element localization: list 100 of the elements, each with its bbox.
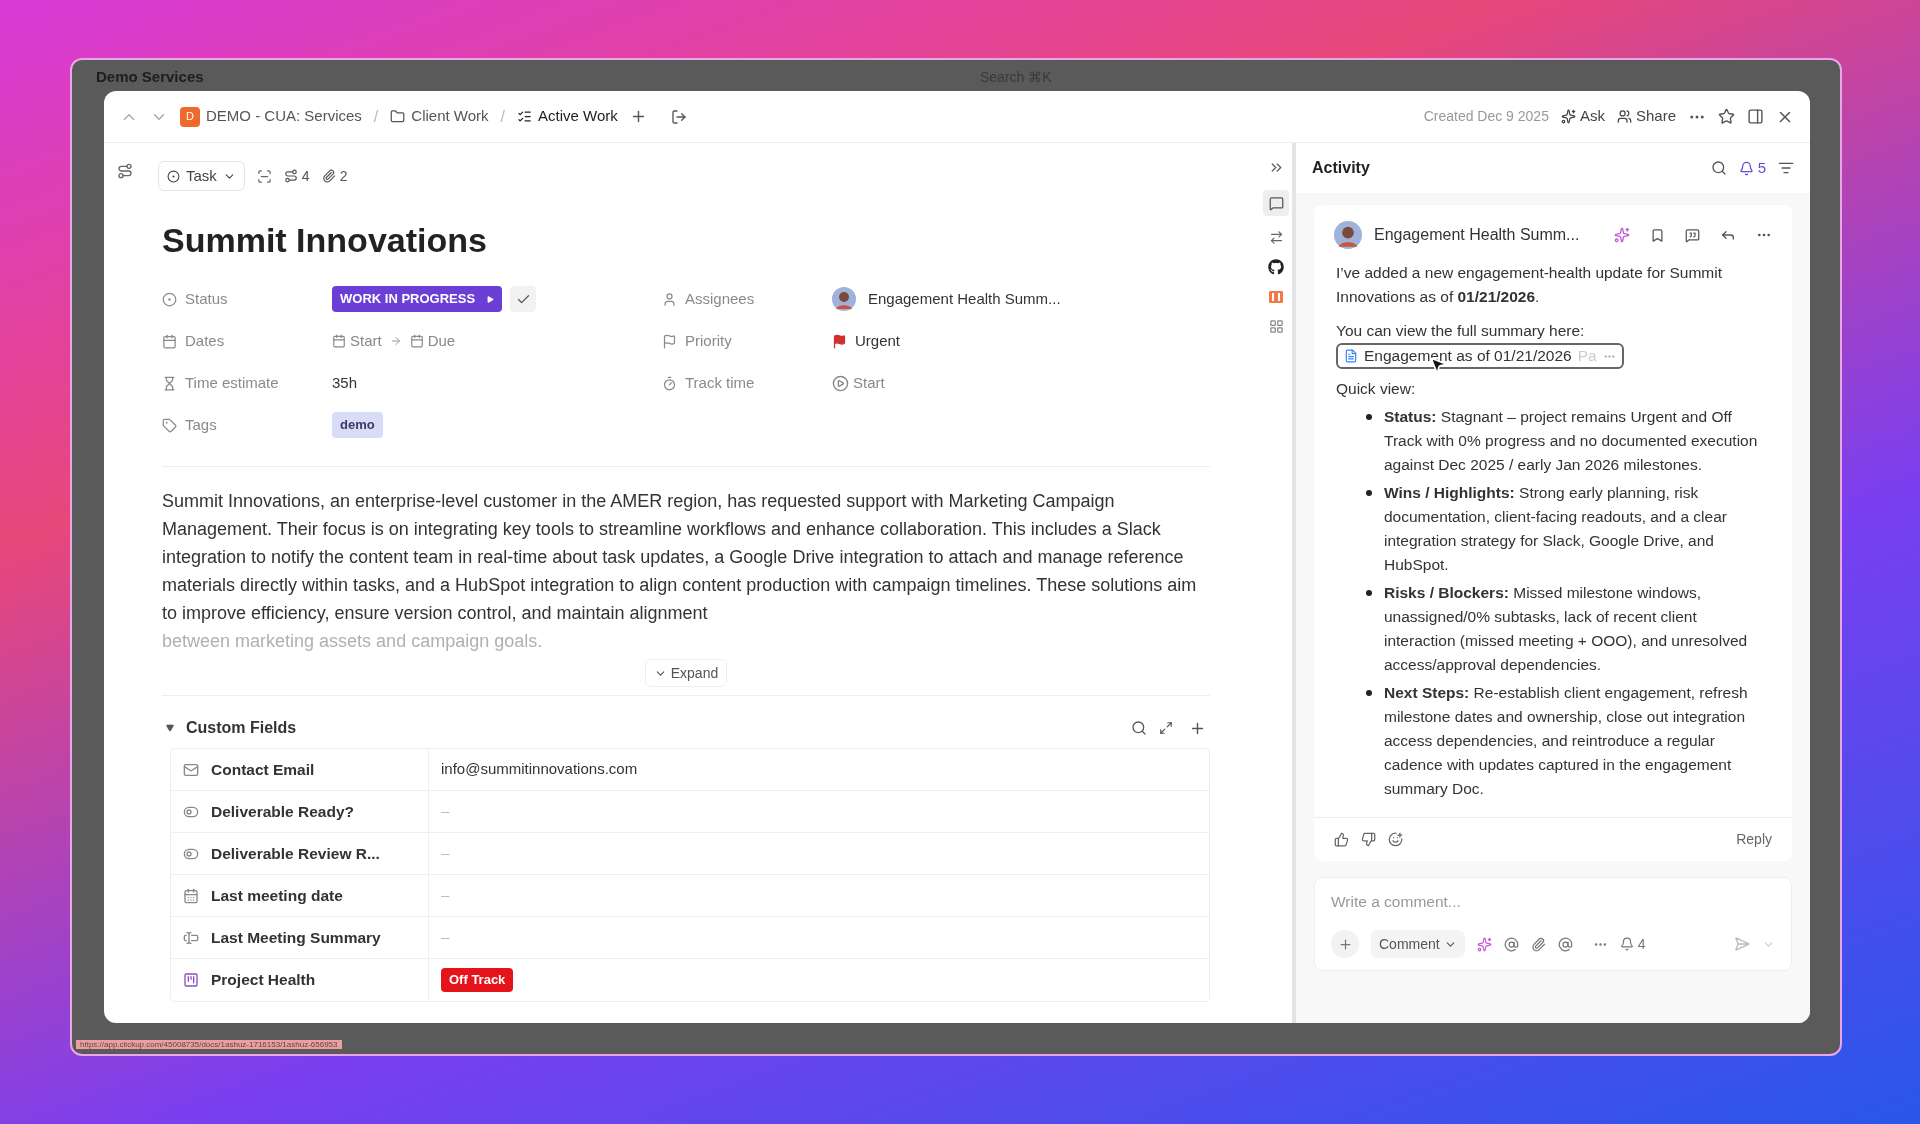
track-time-button[interactable]: Start xyxy=(832,371,885,395)
field-name: Last meeting date xyxy=(211,885,343,906)
breadcrumb-separator: / xyxy=(500,106,505,127)
circle-icon xyxy=(167,169,180,183)
field-label: Status xyxy=(185,288,228,309)
panel-title: Activity xyxy=(1312,158,1370,178)
label-chip[interactable]: Off Track xyxy=(441,968,514,992)
paperclip-icon[interactable] xyxy=(1530,936,1546,952)
breadcrumb-link[interactable]: Client Work xyxy=(390,105,489,128)
breadcrumb-separator: / xyxy=(373,106,379,127)
field-type-icon xyxy=(183,929,199,946)
timer-icon xyxy=(662,375,677,391)
comment-text: You can view the full summary here: xyxy=(1336,321,1586,341)
task-title: Summit Innovations xyxy=(162,220,488,261)
reply-button[interactable]: Reply xyxy=(1736,829,1772,850)
share-button[interactable]: Share xyxy=(1616,105,1676,128)
field-name: Last Meeting Summary xyxy=(211,927,381,948)
caret-icon xyxy=(487,295,495,303)
avatar-icon xyxy=(832,287,856,311)
expand-icon[interactable] xyxy=(1159,721,1173,735)
start-date-button[interactable]: Start xyxy=(332,329,382,353)
breadcrumb-link[interactable]: D DEMO - CUA: Services xyxy=(180,105,362,128)
section-title: Custom Fields xyxy=(186,718,297,738)
id-icon[interactable] xyxy=(256,168,272,184)
field-label: Priority xyxy=(685,330,732,351)
checklist-icon xyxy=(517,109,532,124)
apps-icon[interactable] xyxy=(1268,319,1284,334)
person-icon xyxy=(662,291,677,307)
due-date-button[interactable]: Due xyxy=(409,329,456,353)
ai-icon[interactable] xyxy=(1476,936,1492,952)
status-url: https://app.clickup.com/45008735/docs/1ashuz-1716153/1ashuz-656953 xyxy=(76,1040,342,1049)
dislike-icon[interactable] xyxy=(1361,832,1376,847)
sync-icon[interactable] xyxy=(1268,230,1284,245)
bullet-icon xyxy=(1366,414,1372,420)
bookmark-icon[interactable] xyxy=(1650,227,1665,243)
comment-text: Quick view: xyxy=(1336,379,1417,399)
bullet-icon xyxy=(1366,690,1372,696)
collapse-icon[interactable] xyxy=(166,724,174,732)
complete-button[interactable] xyxy=(510,286,537,312)
assignee-name: Engagement Health Summ... xyxy=(868,288,1061,309)
plus-icon xyxy=(1337,936,1353,952)
sparkle-icon xyxy=(1560,109,1576,124)
subtask-icon xyxy=(283,169,298,183)
mention-icon[interactable] xyxy=(1503,936,1519,952)
bell-icon xyxy=(1619,937,1634,951)
calendar-icon xyxy=(162,333,177,349)
field-label: Assignees xyxy=(685,288,755,309)
bullet-text: Risks / Blockers: Missed milestone windows, unassigned/0% subtasks, lack of recent client interaction (missed meeting + OOO), and unresolved access/approval dependencies. xyxy=(1384,583,1749,675)
quote-icon[interactable] xyxy=(1685,227,1700,243)
created-date: Created Dec 9 2025 xyxy=(1423,107,1549,126)
search-icon[interactable] xyxy=(1131,720,1147,736)
attachment-count: 2 xyxy=(339,166,348,186)
filter-icon[interactable] xyxy=(1778,160,1794,176)
bullet-text: Wins / Highlights: Strong early planning, risk documentation, client-facing readouts, and a clear integration strategy for Slack, Google Drive, and HubSpot. xyxy=(1384,483,1728,575)
priority-value: Urgent xyxy=(855,330,901,351)
time-estimate-value: 35h xyxy=(332,372,358,393)
comment-input[interactable]: Write a comment... xyxy=(1331,890,1775,914)
field-value: – xyxy=(441,885,450,906)
bullet-text: Next Steps: Re-establish client engagement, refresh milestone dates and ownership, close out integration access dependencies, and reintroduce a regular cadence with updates captured in the engagement summary Doc. xyxy=(1384,683,1749,799)
at-icon[interactable] xyxy=(1557,936,1573,952)
field-type-icon xyxy=(183,761,199,778)
tag-chip[interactable]: demo xyxy=(332,412,383,438)
task-type-button[interactable]: Task xyxy=(158,161,245,191)
field-label: Dates xyxy=(185,330,225,351)
watchers-button[interactable]: 4 xyxy=(1619,933,1646,955)
description-faded-text: between marketing assets and campaign goals. xyxy=(162,630,544,653)
field-name: Project Health xyxy=(211,970,316,991)
add-button[interactable] xyxy=(1331,930,1359,958)
like-icon[interactable] xyxy=(1334,832,1349,847)
workspace-name: Demo Services xyxy=(96,66,204,87)
comment-text: I’ve added a new engagement-health update for Summit Innovations as of 01/21/2026. xyxy=(1336,263,1724,307)
github-icon[interactable] xyxy=(1268,259,1284,275)
comments-tab[interactable] xyxy=(1263,190,1289,216)
status-button[interactable]: WORK IN PROGRESS xyxy=(332,286,503,312)
panel-icon[interactable] xyxy=(1747,108,1764,125)
bullet-icon xyxy=(1366,590,1372,596)
field-value: – xyxy=(441,843,450,864)
route-icon[interactable] xyxy=(117,163,133,179)
notifications-button[interactable]: 5 xyxy=(1738,156,1766,180)
expand-button[interactable]: Expand xyxy=(644,659,728,687)
bullet-text: Status: Stagnant – project remains Urgent and Off Track with 0% progress and no documented execution against Dec 2025 / early Jan 2026 milestones. xyxy=(1384,407,1759,475)
ask-button[interactable]: Ask xyxy=(1560,105,1605,128)
star-icon[interactable] xyxy=(1718,108,1735,125)
comment-type-dropdown[interactable]: Comment xyxy=(1371,930,1465,958)
breadcrumb-link[interactable]: Active Work xyxy=(517,105,618,128)
search-icon[interactable] xyxy=(1710,160,1727,176)
field-label: Time estimate xyxy=(185,372,279,393)
bullet-icon xyxy=(1366,490,1372,496)
comment-icon xyxy=(1268,195,1284,211)
field-value: – xyxy=(441,801,450,822)
ai-icon[interactable] xyxy=(1614,227,1630,243)
move-icon[interactable] xyxy=(670,108,687,125)
document-icon xyxy=(1344,349,1358,363)
field-value: – xyxy=(441,927,450,948)
space-badge: D xyxy=(180,106,200,127)
integration-icon[interactable] xyxy=(1268,289,1284,305)
folder-icon xyxy=(390,109,406,124)
arrow-icon xyxy=(389,335,402,347)
field-name: Deliverable Review R... xyxy=(211,843,380,864)
emoji-icon[interactable] xyxy=(1388,832,1403,847)
